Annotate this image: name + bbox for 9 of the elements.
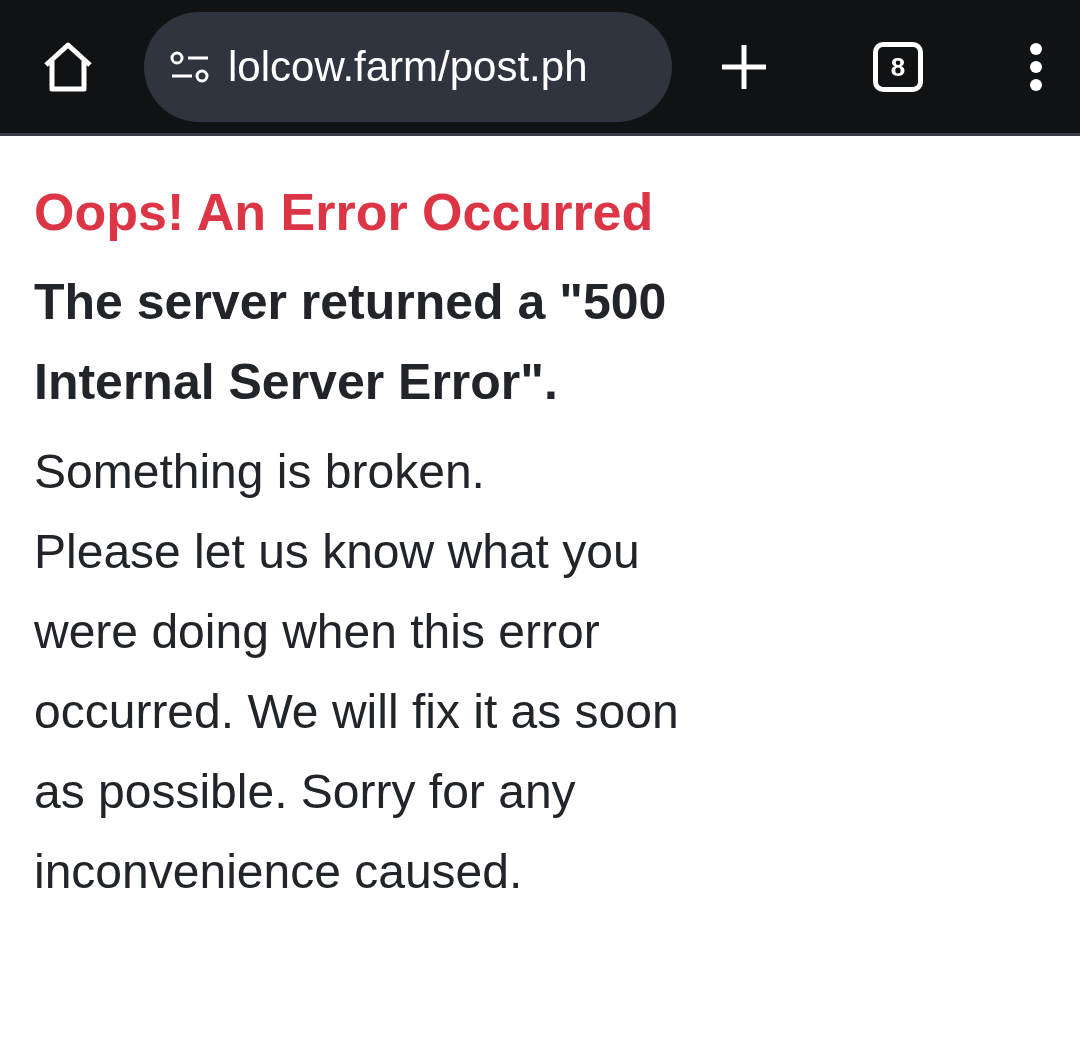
menu-icon[interactable] — [1028, 41, 1044, 92]
address-bar[interactable]: lolcow.farm/post.ph — [144, 11, 672, 122]
error-title: Oops! An Error Occurred — [34, 182, 655, 243]
new-tab-icon[interactable] — [720, 42, 768, 91]
error-message: Something is broken. — [34, 444, 486, 500]
tab-count-button[interactable]: 8 — [873, 41, 923, 92]
error-message: Please let us know what you were doing when this error occurred. We will fix it as soon as possible. Sorry for any inconvenience caused. — [34, 524, 680, 900]
url-text: lolcow.farm/post.ph — [228, 42, 588, 92]
error-heading: The server returned a "500 Internal Server Error". — [34, 273, 668, 412]
